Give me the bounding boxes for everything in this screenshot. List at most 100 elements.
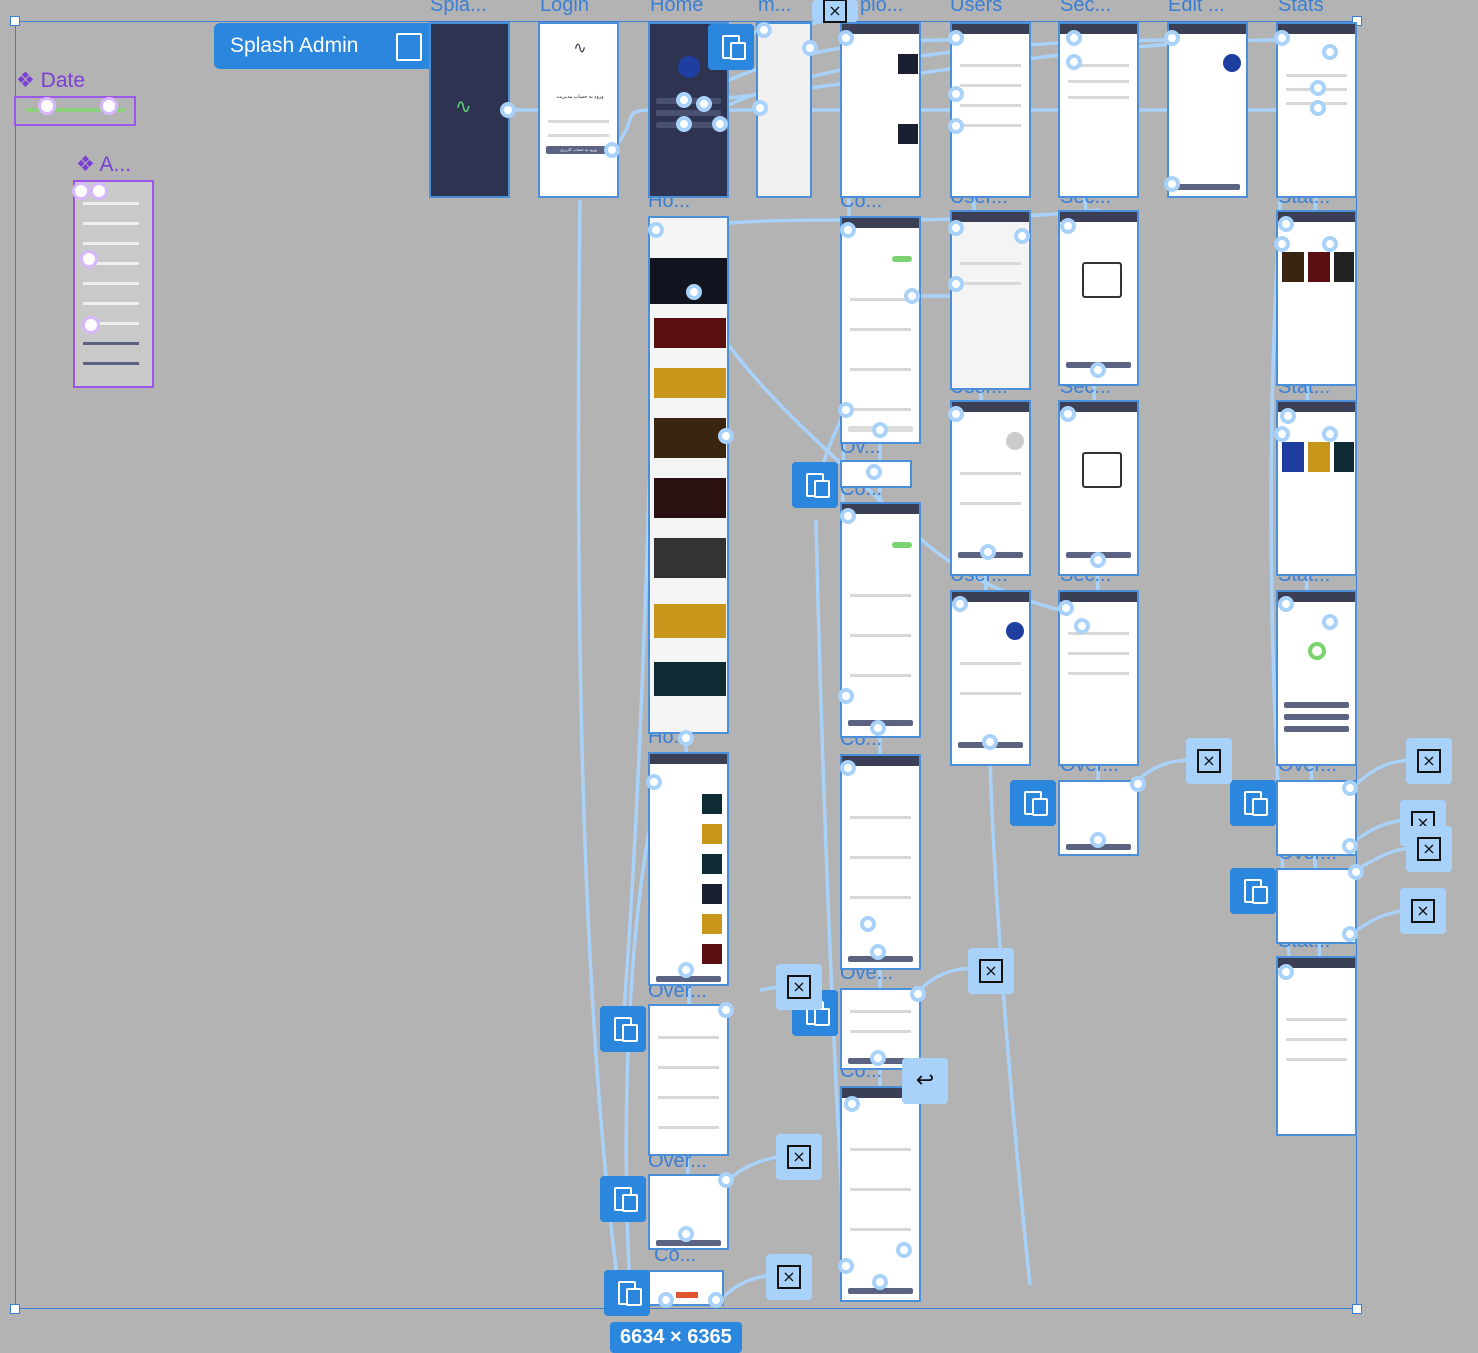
- frame-title[interactable]: Stats: [1278, 0, 1324, 17]
- connection-node[interactable]: [840, 222, 856, 238]
- connection-node[interactable]: [844, 1096, 860, 1112]
- open-overlay-icon[interactable]: [1230, 780, 1276, 826]
- connection-node[interactable]: [686, 284, 702, 300]
- connection-node[interactable]: [838, 688, 854, 704]
- connection-node[interactable]: [1090, 552, 1106, 568]
- frame-uploads[interactable]: [840, 22, 921, 198]
- connection-node[interactable]: [676, 116, 692, 132]
- frame-title[interactable]: Home: [650, 0, 703, 17]
- connection-node[interactable]: [870, 944, 886, 960]
- connection-node[interactable]: [980, 544, 996, 560]
- open-overlay-icon[interactable]: [792, 462, 838, 508]
- connection-node[interactable]: [802, 40, 818, 56]
- connection-node[interactable]: [678, 730, 694, 746]
- frame-stats-5[interactable]: [1276, 956, 1357, 1136]
- connection-node[interactable]: [948, 276, 964, 292]
- connection-node[interactable]: [1322, 236, 1338, 252]
- open-overlay-icon[interactable]: [600, 1006, 646, 1052]
- login-button[interactable]: ورود به حساب کاربری: [546, 146, 611, 154]
- connection-node[interactable]: [840, 508, 856, 524]
- connection-node[interactable]: [1278, 964, 1294, 980]
- close-overlay-icon[interactable]: ×: [812, 0, 858, 23]
- frame-title[interactable]: Users: [950, 0, 1002, 17]
- frame-security[interactable]: [1058, 22, 1139, 198]
- component-node[interactable]: [82, 316, 100, 334]
- connection-node[interactable]: [1130, 776, 1146, 792]
- connection-node[interactable]: [1060, 406, 1076, 422]
- connection-node[interactable]: [1322, 614, 1338, 630]
- close-overlay-icon[interactable]: ×: [1400, 888, 1446, 934]
- close-overlay-icon[interactable]: ×: [766, 1254, 812, 1300]
- connection-node[interactable]: [952, 596, 968, 612]
- component-node[interactable]: [90, 182, 108, 200]
- connection-node[interactable]: [948, 406, 964, 422]
- close-overlay-icon[interactable]: ×: [1406, 738, 1452, 784]
- connection-node[interactable]: [678, 962, 694, 978]
- connection-node[interactable]: [1274, 30, 1290, 46]
- connection-node[interactable]: [1074, 618, 1090, 634]
- connection-node[interactable]: [1278, 596, 1294, 612]
- connection-node[interactable]: [872, 1274, 888, 1290]
- connection-node[interactable]: [838, 30, 854, 46]
- close-overlay-icon[interactable]: ×: [1186, 738, 1232, 784]
- frame-content-3[interactable]: [840, 754, 921, 970]
- frame-title[interactable]: Edit ...: [1168, 0, 1225, 17]
- connection-node[interactable]: [1060, 218, 1076, 234]
- connection-node[interactable]: [838, 1258, 854, 1274]
- connection-node[interactable]: [1164, 176, 1180, 192]
- connection-node[interactable]: [870, 1050, 886, 1066]
- date-component-box[interactable]: [14, 96, 136, 126]
- frame-splash[interactable]: ∿: [429, 22, 510, 198]
- connection-node[interactable]: [948, 30, 964, 46]
- connection-node[interactable]: [1342, 926, 1358, 942]
- connection-node[interactable]: [678, 1226, 694, 1242]
- connection-node[interactable]: [712, 116, 728, 132]
- connection-node[interactable]: [1342, 838, 1358, 854]
- connection-node[interactable]: [658, 1292, 674, 1308]
- frame-login[interactable]: ∿ ورود به حساب مدیریت ورود به حساب کاربر…: [538, 22, 619, 198]
- flow-start-button[interactable]: Splash Admin: [214, 23, 432, 69]
- frame-edit[interactable]: [1167, 22, 1248, 198]
- connection-node[interactable]: [1310, 100, 1326, 116]
- connection-node[interactable]: [1090, 362, 1106, 378]
- connection-node[interactable]: [860, 916, 876, 932]
- connection-node[interactable]: [1274, 236, 1290, 252]
- back-action-icon[interactable]: ↩: [902, 1058, 948, 1104]
- connection-node[interactable]: [904, 288, 920, 304]
- connection-node[interactable]: [982, 734, 998, 750]
- frame-stats-3[interactable]: [1276, 400, 1357, 576]
- connection-node[interactable]: [870, 720, 886, 736]
- connection-node[interactable]: [676, 92, 692, 108]
- connection-node[interactable]: [752, 100, 768, 116]
- connection-node[interactable]: [866, 464, 882, 480]
- connection-node[interactable]: [1066, 30, 1082, 46]
- component-node[interactable]: [80, 250, 98, 268]
- connection-node[interactable]: [1274, 426, 1290, 442]
- connection-node[interactable]: [872, 422, 888, 438]
- connection-node[interactable]: [910, 986, 926, 1002]
- close-overlay-icon[interactable]: ×: [776, 964, 822, 1010]
- frame-home-overlay-1[interactable]: [648, 1004, 729, 1156]
- component-node[interactable]: [38, 97, 56, 115]
- connection-node[interactable]: [1014, 228, 1030, 244]
- open-overlay-icon[interactable]: [708, 24, 754, 70]
- connection-node[interactable]: [896, 1242, 912, 1258]
- connection-node[interactable]: [1348, 864, 1364, 880]
- connection-node[interactable]: [718, 428, 734, 444]
- close-overlay-icon[interactable]: ×: [1406, 826, 1452, 872]
- connection-node[interactable]: [1322, 426, 1338, 442]
- frame-title[interactable]: m...: [758, 0, 791, 17]
- play-flow-icon[interactable]: [396, 33, 422, 61]
- connection-node[interactable]: [718, 1002, 734, 1018]
- frame-title[interactable]: Spla...: [430, 0, 487, 17]
- frame-content-2[interactable]: [840, 502, 921, 738]
- connection-node[interactable]: [1342, 780, 1358, 796]
- frame-stats-2[interactable]: [1276, 210, 1357, 386]
- component-node[interactable]: [72, 182, 90, 200]
- connection-node[interactable]: [646, 774, 662, 790]
- connection-node[interactable]: [718, 1172, 734, 1188]
- connection-node[interactable]: [708, 1292, 724, 1308]
- connection-node[interactable]: [948, 118, 964, 134]
- connection-node[interactable]: [648, 222, 664, 238]
- connection-node[interactable]: [1164, 30, 1180, 46]
